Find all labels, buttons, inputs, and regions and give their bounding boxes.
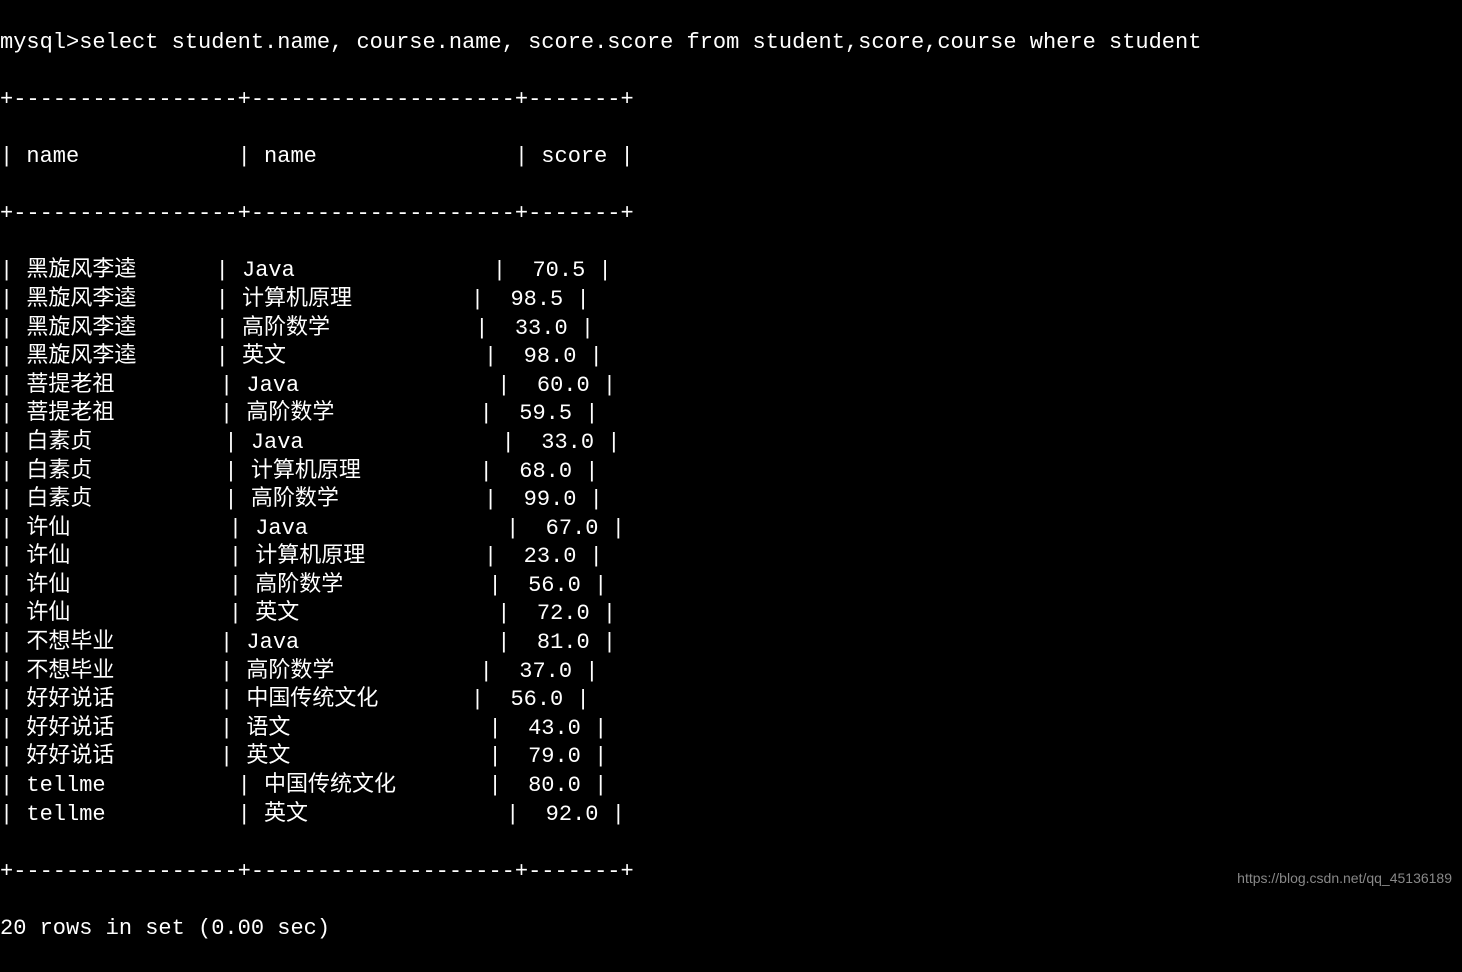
table-row: | 黑旋风李逵 | Java | 70.5 | <box>0 257 1462 286</box>
table-row: | 菩提老祖 | 高阶数学 | 59.5 | <box>0 400 1462 429</box>
sql-query: select student.name, course.name, score.… <box>79 29 1201 58</box>
table-header-row: | name | name | score | <box>0 143 1462 172</box>
table-row: | 白素贞 | 计算机原理 | 68.0 | <box>0 458 1462 487</box>
table-border-mid: +-----------------+--------------------+… <box>0 200 1462 229</box>
table-row: | 许仙 | 计算机原理 | 23.0 | <box>0 543 1462 572</box>
mysql-terminal[interactable]: mysql> select student.name, course.name,… <box>0 0 1462 972</box>
table-row: | 黑旋风李逵 | 高阶数学 | 33.0 | <box>0 315 1462 344</box>
mysql-prompt: mysql> <box>0 29 79 58</box>
table-row: | 菩提老祖 | Java | 60.0 | <box>0 372 1462 401</box>
table-row: | 许仙 | Java | 67.0 | <box>0 515 1462 544</box>
table-row: | 不想毕业 | Java | 81.0 | <box>0 629 1462 658</box>
result-summary: 20 rows in set (0.00 sec) <box>0 915 1462 944</box>
table-row: | 许仙 | 高阶数学 | 56.0 | <box>0 572 1462 601</box>
table-border-top: +-----------------+--------------------+… <box>0 86 1462 115</box>
table-row: | 不想毕业 | 高阶数学 | 37.0 | <box>0 658 1462 687</box>
table-row: | 黑旋风李逵 | 计算机原理 | 98.5 | <box>0 286 1462 315</box>
table-body: | 黑旋风李逵 | Java | 70.5 || 黑旋风李逵 | 计算机原理 |… <box>0 257 1462 829</box>
watermark-text: https://blog.csdn.net/qq_45136189 <box>1237 869 1452 887</box>
table-row: | 好好说话 | 语文 | 43.0 | <box>0 715 1462 744</box>
table-row: | 好好说话 | 英文 | 79.0 | <box>0 743 1462 772</box>
table-row: | 黑旋风李逵 | 英文 | 98.0 | <box>0 343 1462 372</box>
query-line: mysql> select student.name, course.name,… <box>0 29 1462 58</box>
table-row: | 白素贞 | 高阶数学 | 99.0 | <box>0 486 1462 515</box>
table-row: | 白素贞 | Java | 33.0 | <box>0 429 1462 458</box>
table-row: | 好好说话 | 中国传统文化 | 56.0 | <box>0 686 1462 715</box>
table-row: | tellme | 中国传统文化 | 80.0 | <box>0 772 1462 801</box>
table-row: | 许仙 | 英文 | 72.0 | <box>0 600 1462 629</box>
table-row: | tellme | 英文 | 92.0 | <box>0 801 1462 830</box>
